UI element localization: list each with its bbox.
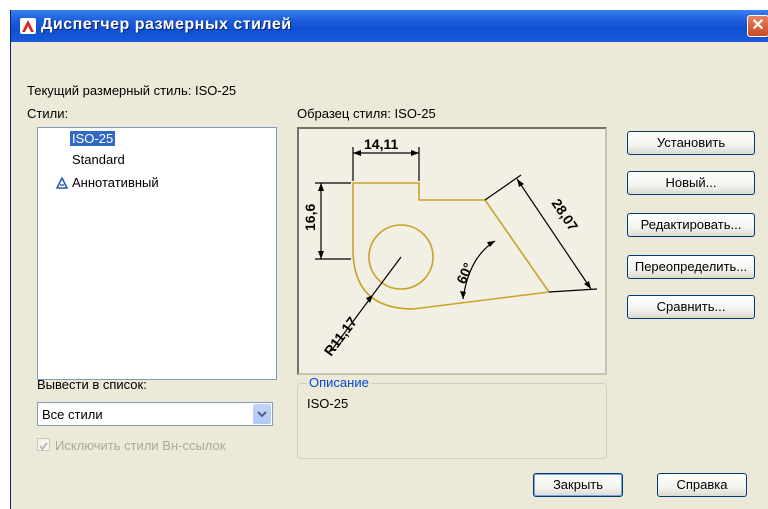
styles-label: Стили:	[27, 106, 69, 121]
current-style-label: Текущий размерный стиль: ISO-25	[27, 83, 237, 98]
dim-height-label: 16,6	[302, 204, 318, 231]
preview-drawing: 14,11 16,6 28,07 60° R11,17	[302, 136, 598, 359]
checkmark-icon	[39, 442, 48, 451]
styles-listbox[interactable]: ISO-25 Standard Аннотативный	[37, 127, 277, 380]
autocad-icon	[20, 18, 36, 34]
chevron-down-icon[interactable]	[253, 404, 271, 424]
new-style-button[interactable]: Новый...	[627, 171, 755, 195]
style-item-standard[interactable]: Standard	[72, 152, 125, 167]
part-outline	[352, 182, 551, 310]
dim-width-label: 14,11	[364, 136, 398, 152]
compare-button[interactable]: Сравнить...	[627, 295, 755, 319]
exclude-xref-checkbox[interactable]	[37, 438, 50, 451]
annotative-icon	[56, 177, 68, 189]
override-button[interactable]: Переопределить...	[627, 255, 755, 279]
title-bar[interactable]: Диспетчер размерных стилей ✕	[11, 10, 768, 42]
background-strip	[0, 0, 10, 509]
list-filter-select[interactable]: Все стили	[37, 402, 273, 426]
description-legend: Описание	[307, 375, 371, 390]
dimension-style-manager-dialog: Диспетчер размерных стилей ✕ Текущий раз…	[10, 10, 768, 509]
close-button[interactable]: Закрыть	[533, 473, 623, 497]
list-filter-value: Все стили	[42, 407, 103, 422]
description-text: ISO-25	[307, 396, 349, 411]
style-item-iso25[interactable]: ISO-25	[70, 131, 116, 146]
description-group	[297, 383, 607, 459]
style-preview: 14,11 16,6 28,07 60° R11,17	[297, 127, 607, 375]
exclude-xref-label: Исключить стили Вн-ссылок	[55, 438, 226, 453]
dim-diagonal-label: 28,07	[549, 196, 582, 234]
dim-angle-label: 60°	[453, 260, 476, 286]
style-item-annotative[interactable]: Аннотативный	[72, 175, 159, 190]
close-window-button[interactable]: ✕	[747, 15, 768, 37]
window-title: Диспетчер размерных стилей	[41, 16, 292, 33]
list-filter-label: Вывести в список:	[37, 377, 147, 392]
preview-label: Образец стиля: ISO-25	[297, 106, 436, 121]
set-current-button[interactable]: Установить	[627, 131, 755, 155]
help-button[interactable]: Справка	[657, 473, 747, 497]
modify-button[interactable]: Редактировать...	[627, 213, 755, 237]
dim-radius-label: R11,17	[321, 314, 361, 359]
